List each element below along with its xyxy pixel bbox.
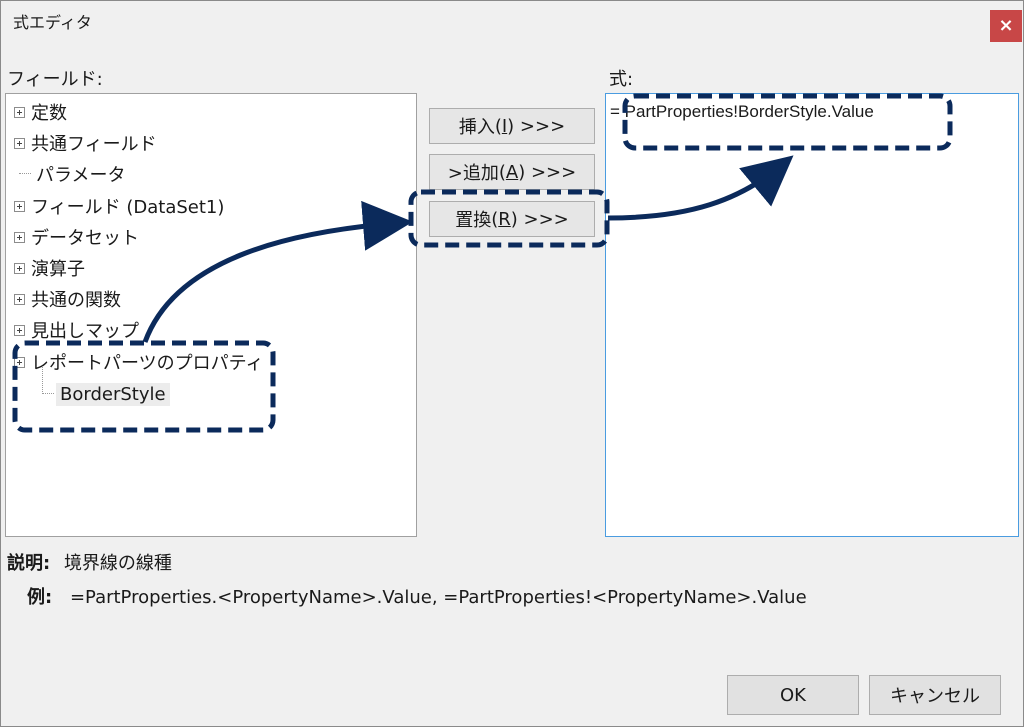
- tree-item-label: レポートパーツのプロパティ: [31, 353, 264, 374]
- insert-label: 挿入: [458, 117, 495, 138]
- cancel-button[interactable]: キャンセル: [869, 675, 1001, 715]
- tree-item-label: 共通の関数: [31, 290, 121, 311]
- tree-item-common-fields[interactable]: 共通フィールド: [6, 129, 157, 157]
- replace-button[interactable]: 置換(R) >>>: [429, 201, 595, 237]
- tree-item-label: BorderStyle: [56, 382, 170, 406]
- tree-line: [42, 393, 54, 395]
- expand-icon[interactable]: [14, 293, 25, 305]
- append-label: >追加: [447, 163, 499, 184]
- append-suffix: >>>: [530, 161, 577, 183]
- insert-suffix: >>>: [519, 115, 566, 137]
- ok-label: OK: [780, 684, 806, 706]
- expand-icon[interactable]: [14, 356, 25, 368]
- tree-item-label: 定数: [31, 103, 67, 124]
- example-key: 例:: [27, 587, 53, 608]
- replace-accesskey: R: [498, 208, 511, 230]
- expression-editor-dialog: 式エディタ × フィールド: 式: 定数 共通フィールド パラメータ フィールド…: [0, 0, 1024, 727]
- description-key: 説明:: [7, 553, 51, 574]
- tree-line: [42, 366, 44, 392]
- example-value: =PartProperties.<PropertyName>.Value, =P…: [69, 587, 807, 608]
- tree-item-report-part-properties[interactable]: レポートパーツのプロパティ: [6, 348, 264, 376]
- close-icon: ×: [998, 15, 1014, 36]
- expression-textarea[interactable]: = PartProperties!BorderStyle.Value: [605, 93, 1019, 537]
- tree-item-label: フィールド (DataSet1): [31, 197, 225, 218]
- tree-item-datasets[interactable]: データセット: [6, 223, 139, 251]
- expand-icon[interactable]: [14, 200, 25, 212]
- replace-suffix: >>>: [523, 208, 569, 230]
- tree-item-label: 演算子: [31, 259, 85, 280]
- tree-item-label: データセット: [31, 228, 139, 249]
- append-button[interactable]: >追加(A) >>>: [429, 154, 595, 190]
- tree-item-common-functions[interactable]: 共通の関数: [6, 285, 121, 313]
- ok-button[interactable]: OK: [727, 675, 859, 715]
- tree-item-label: 見出しマップ: [31, 321, 139, 342]
- fields-tree[interactable]: 定数 共通フィールド パラメータ フィールド (DataSet1) データセット…: [5, 93, 417, 537]
- tree-item-operators[interactable]: 演算子: [6, 254, 85, 282]
- insert-accesskey: I: [501, 115, 508, 137]
- expand-icon[interactable]: [14, 137, 25, 149]
- tree-item-fields-dataset1[interactable]: フィールド (DataSet1): [6, 192, 224, 220]
- tree-item-constants[interactable]: 定数: [6, 98, 67, 126]
- expand-icon[interactable]: [14, 262, 25, 274]
- cancel-label: キャンセル: [890, 686, 980, 707]
- tree-item-parameters[interactable]: パラメータ: [6, 160, 125, 188]
- tree-item-label: パラメータ: [36, 165, 126, 186]
- insert-button[interactable]: 挿入(I) >>>: [429, 108, 595, 144]
- close-button[interactable]: ×: [990, 10, 1022, 42]
- tree-item-borderstyle[interactable]: BorderStyle: [42, 366, 170, 408]
- tree-item-label: 共通フィールド: [31, 134, 157, 155]
- window-title: 式エディタ: [13, 13, 92, 32]
- expression-label: 式:: [609, 69, 634, 90]
- description-row: 説明: 境界線の線種: [7, 549, 172, 575]
- expand-icon[interactable]: [14, 324, 25, 336]
- example-row: 例: =PartProperties.<PropertyName>.Value,…: [27, 583, 807, 609]
- tree-item-heading-map[interactable]: 見出しマップ: [6, 316, 139, 344]
- fields-label: フィールド:: [7, 69, 103, 90]
- expression-text: = PartProperties!BorderStyle.Value: [610, 102, 874, 121]
- expand-icon[interactable]: [14, 106, 25, 118]
- description-value: 境界線の線種: [63, 553, 172, 574]
- title-bar: 式エディタ ×: [1, 1, 1023, 42]
- tree-line: [19, 173, 31, 175]
- expand-icon[interactable]: [14, 231, 25, 243]
- replace-label: 置換: [455, 210, 492, 231]
- append-accesskey: A: [505, 161, 519, 183]
